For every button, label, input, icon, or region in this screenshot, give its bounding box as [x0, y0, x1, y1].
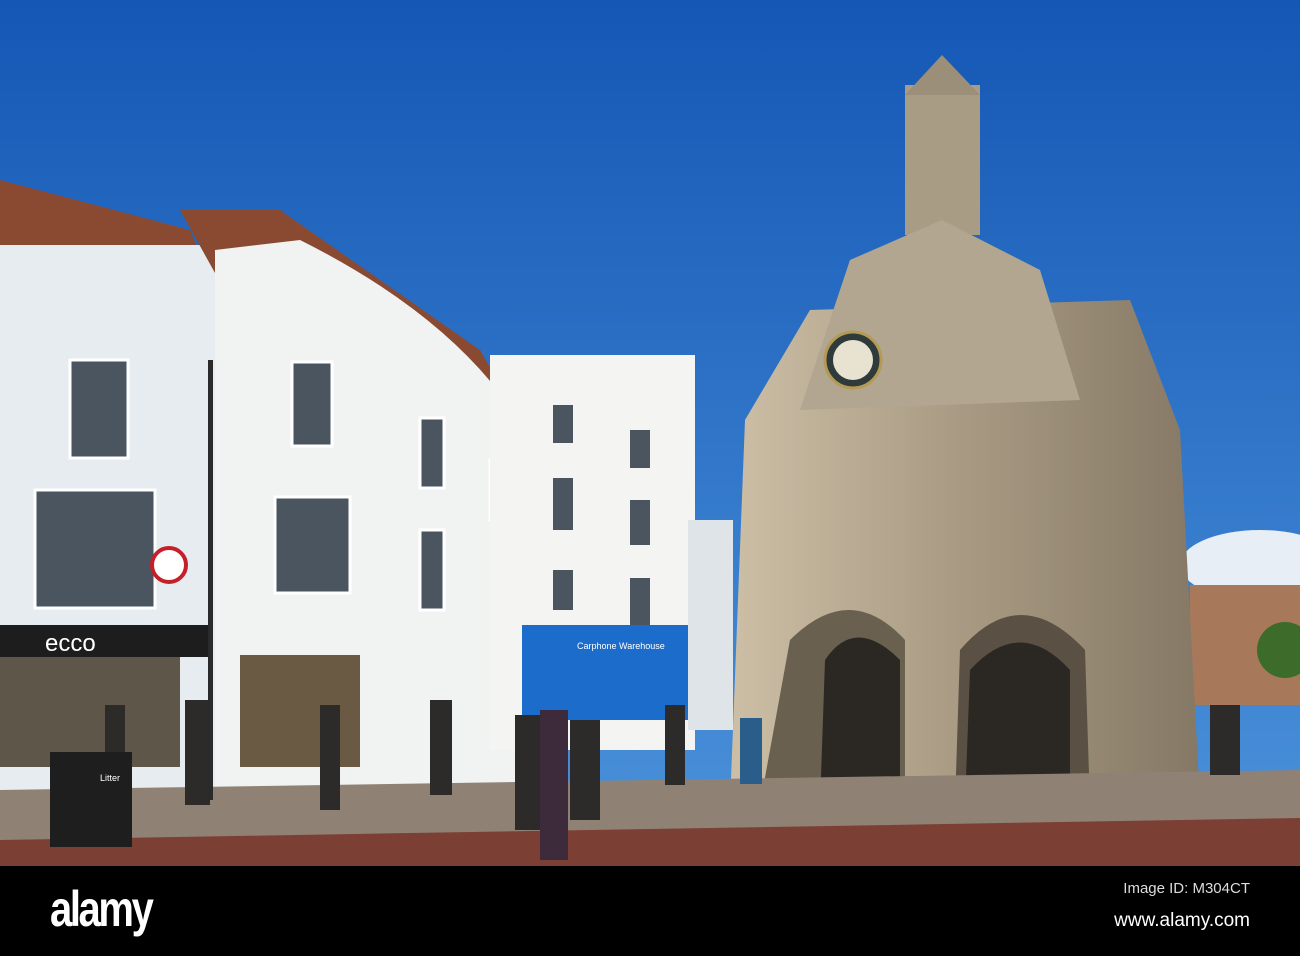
lamp-post	[208, 360, 213, 800]
carphone-warehouse-sign: Carphone Warehouse	[577, 641, 665, 651]
watermark-footer: alamy Image ID: M304CT www.alamy.com	[0, 866, 1300, 956]
shop-window-curved	[240, 655, 360, 767]
alamy-logo: alamy	[50, 881, 154, 937]
no-cycling-sign	[150, 546, 188, 584]
ecco-fascia	[0, 625, 210, 657]
ecco-sign: ecco	[45, 630, 96, 657]
litter-label: Litter	[100, 773, 120, 783]
ecco-window	[0, 657, 180, 767]
stock-photo: ecco Carphone Warehouse Litter alamy Ima…	[0, 0, 1300, 956]
market-cross-street-scene: ecco Carphone Warehouse Litter	[0, 0, 1300, 866]
site-url: www.alamy.com	[1114, 910, 1250, 931]
image-id: Image ID: M304CT	[1123, 880, 1250, 897]
litter-bin	[50, 752, 132, 847]
red-building	[688, 520, 733, 730]
